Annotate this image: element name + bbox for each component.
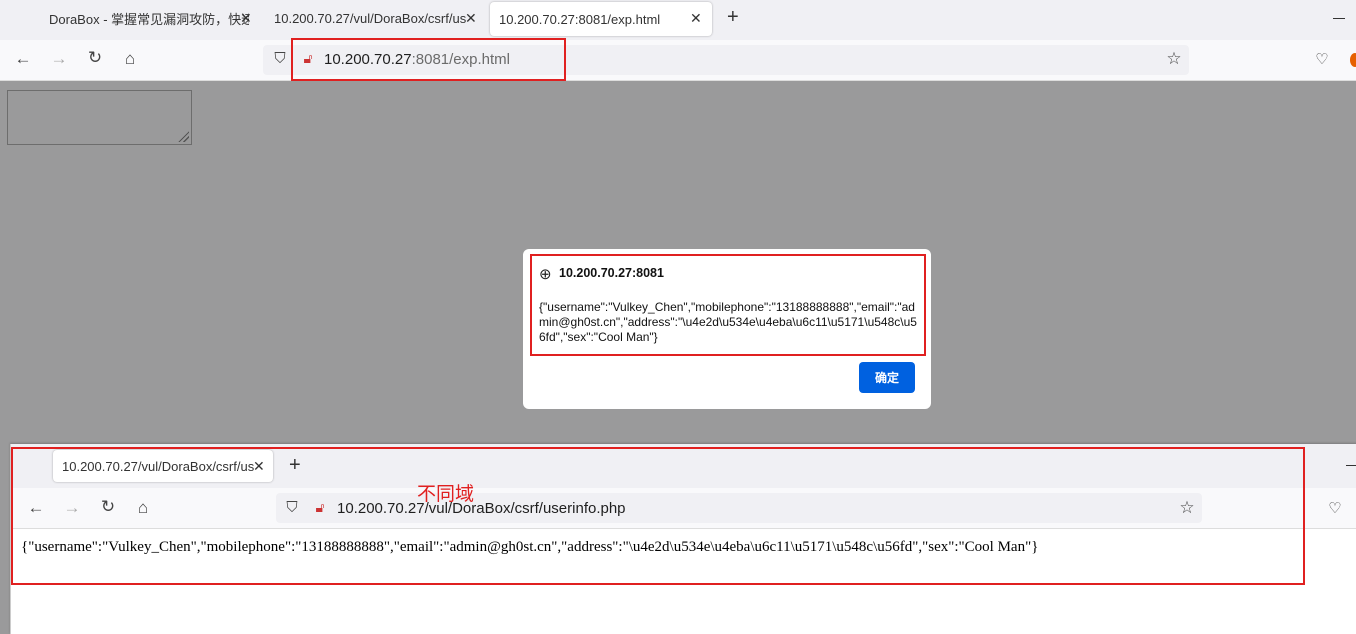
tab-dorabox[interactable]: DoraBox - 掌握常见漏洞攻防，快速 xyxy=(38,0,258,36)
tab-label: 10.200.70.27/vul/DoraBox/csrf/us xyxy=(274,10,467,26)
tab-csrf-userinfo[interactable]: 10.200.70.27/vul/DoraBox/csrf/us xyxy=(264,0,474,36)
minimize-icon[interactable] xyxy=(1346,465,1356,466)
minimize-icon[interactable] xyxy=(1333,18,1345,19)
nav-bar: ← → ↻ ⌂ ⛉ 🔓︎ 10.200.70.27:8081/exp.html … xyxy=(0,40,1356,81)
tab-exp-html[interactable]: 10.200.70.27:8081/exp.html xyxy=(490,2,712,36)
tab-bar: DoraBox - 掌握常见漏洞攻防，快速 ✕ 10.200.70.27/vul… xyxy=(0,0,1356,40)
back-icon[interactable]: ← xyxy=(13,49,33,69)
second-window-highlight-box xyxy=(11,447,1305,585)
close-tab-icon[interactable]: ✕ xyxy=(465,10,477,27)
tab-label: 10.200.70.27:8081/exp.html xyxy=(499,11,661,27)
url-highlight-box xyxy=(291,38,566,81)
new-tab-icon[interactable]: + xyxy=(727,6,739,29)
pocket-icon[interactable]: ♡ xyxy=(1312,50,1332,68)
page-textarea[interactable] xyxy=(7,90,192,145)
shield-icon[interactable]: ⛉ xyxy=(270,50,290,67)
bookmark-star-icon[interactable]: ☆ xyxy=(1164,49,1184,69)
reload-icon[interactable]: ↻ xyxy=(85,48,105,68)
dialog-highlight-box xyxy=(530,254,926,356)
annotation-label: 不同域 xyxy=(417,484,475,505)
forward-icon[interactable]: → xyxy=(49,49,69,69)
home-icon[interactable]: ⌂ xyxy=(120,49,140,69)
close-tab-icon[interactable]: ✕ xyxy=(690,10,702,27)
pocket-icon[interactable]: ♡ xyxy=(1325,499,1345,517)
tab-label: DoraBox - 掌握常见漏洞攻防，快速 xyxy=(49,11,249,27)
extension-icon[interactable] xyxy=(1350,53,1356,67)
ok-button[interactable]: 确定 xyxy=(859,362,915,393)
resize-handle-icon[interactable] xyxy=(177,130,189,142)
close-tab-icon[interactable]: ✕ xyxy=(240,10,252,27)
